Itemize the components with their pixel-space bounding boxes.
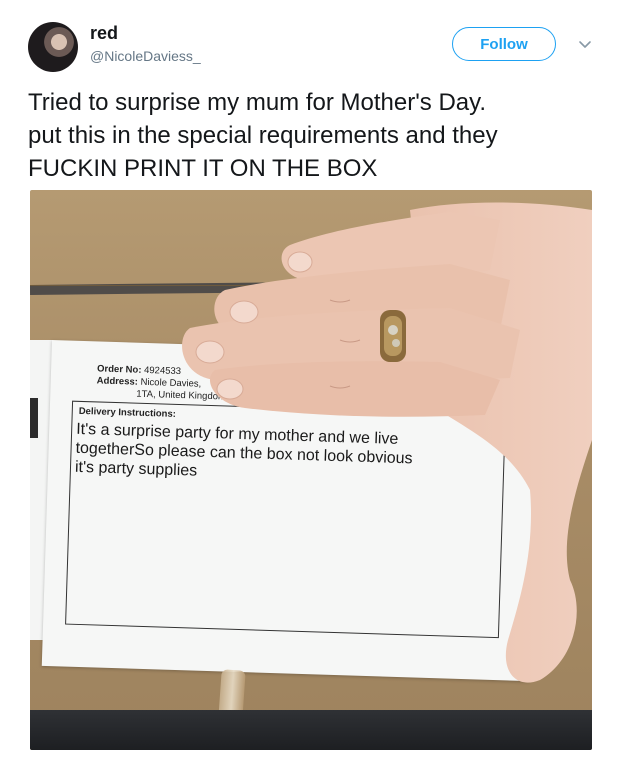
tweet-text: Tried to surprise my mum for Mother's Da… — [28, 86, 598, 185]
user-handle[interactable]: @NicoleDaviess_ — [90, 48, 201, 64]
chevron-down-icon[interactable] — [577, 36, 593, 52]
printed-label: Order No: 4924533 Address: Nicole Davies… — [41, 340, 540, 682]
tweet-text-line: put this in the special requirements and… — [28, 122, 498, 149]
delivery-instructions-box: Delivery Instructions: It's a surprise p… — [65, 400, 506, 639]
tweet-header: red @NicoleDaviess_ Follow — [0, 0, 620, 80]
tweet-text-line: Tried to surprise my mum for Mother's Da… — [28, 89, 487, 116]
address-line: Nicole Davies, — [140, 376, 202, 390]
box-seam — [30, 285, 592, 286]
surface-edge — [30, 710, 592, 750]
side-card-mark — [30, 398, 38, 438]
delivery-instructions-title: Delivery Instructions: — [78, 405, 177, 420]
tweet-text-line: FUCKIN PRINT IT ON THE BOX — [28, 155, 378, 182]
follow-button[interactable]: Follow — [452, 27, 556, 61]
delivery-instructions-text: It's a surprise party for my mother and … — [75, 420, 497, 490]
packing-tape — [30, 279, 592, 295]
user-display-name[interactable]: red — [90, 23, 118, 44]
tweet-photo[interactable]: Order No: 4924533 Address: Nicole Davies… — [30, 190, 592, 750]
avatar[interactable] — [28, 22, 78, 72]
address-label: Address: — [96, 375, 139, 388]
order-number: 4924533 — [143, 364, 182, 378]
order-no-label: Order No: — [96, 363, 142, 376]
order-details: Order No: 4924533 Address: Nicole Davies… — [96, 363, 227, 403]
